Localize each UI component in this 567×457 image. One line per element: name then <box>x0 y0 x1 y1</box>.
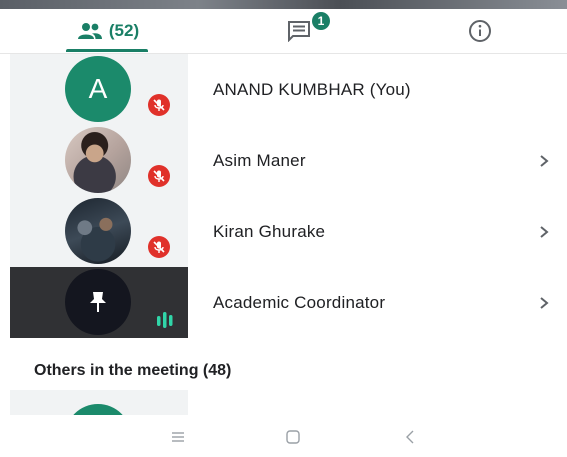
avatar <box>65 404 131 415</box>
others-section-title: Others in the meeting (48) <box>34 362 232 379</box>
tab-info[interactable] <box>430 9 530 53</box>
participant-tile[interactable] <box>10 390 188 415</box>
audio-level-icon <box>157 312 173 328</box>
people-icon <box>77 23 102 39</box>
chevron-right-icon[interactable] <box>538 125 550 196</box>
chat-icon <box>288 21 310 42</box>
system-nav-bar <box>0 415 567 457</box>
active-tab-indicator <box>66 49 148 52</box>
participant-name: Kiran Ghurake <box>213 221 326 241</box>
chevron-right-icon[interactable] <box>538 267 550 338</box>
tab-chat[interactable]: 1 <box>240 9 340 53</box>
status-bar-strip <box>0 0 567 9</box>
menu-icon[interactable] <box>166 425 190 449</box>
chevron-right-icon[interactable] <box>538 196 550 267</box>
participant-tile <box>10 125 188 196</box>
tab-people[interactable]: (52) <box>58 9 158 53</box>
participant-name: ANAND KUMBHAR (You) <box>213 79 411 99</box>
participant-row[interactable]: Kiran Ghurake <box>10 196 567 267</box>
participant-tile <box>10 267 188 338</box>
avatar-photo <box>65 127 131 193</box>
participant-name: Asim Maner <box>213 150 306 170</box>
mic-off-icon <box>148 165 170 187</box>
avatar <box>65 269 131 335</box>
people-count: (52) <box>108 21 140 40</box>
participant-name: Academic Coordinator <box>213 292 386 312</box>
back-icon[interactable] <box>398 425 422 449</box>
tab-bar: (52) 1 <box>0 9 567 54</box>
home-icon[interactable] <box>281 425 305 449</box>
avatar-photo <box>65 198 131 264</box>
chat-badge: 1 <box>312 12 330 30</box>
pin-icon <box>90 292 106 312</box>
participant-tile: A <box>10 54 188 125</box>
mic-off-icon <box>148 94 170 116</box>
avatar: A <box>65 56 131 122</box>
participant-row[interactable]: Asim Maner <box>10 125 567 196</box>
mic-off-icon <box>148 236 170 258</box>
participant-row[interactable]: Academic Coordinator <box>10 267 567 338</box>
participant-tile <box>10 196 188 267</box>
participant-row[interactable]: A ANAND KUMBHAR (You) <box>10 54 567 125</box>
info-icon <box>469 20 491 42</box>
